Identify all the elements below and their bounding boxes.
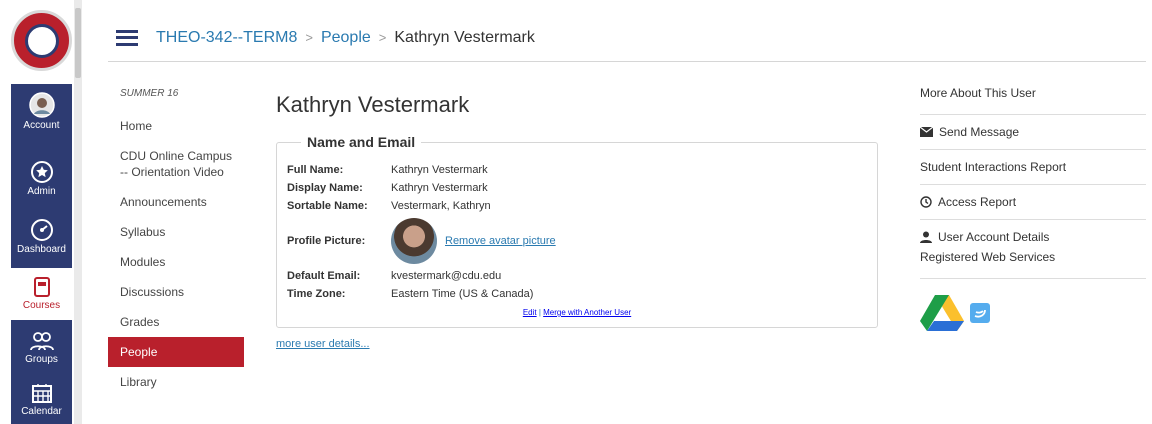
- global-nav-label: Account: [23, 120, 60, 131]
- breadcrumb-separator-icon: >: [305, 30, 313, 45]
- speedometer-icon: [30, 219, 53, 241]
- nav-scrollbar[interactable]: [74, 0, 82, 424]
- page-title: Kathryn Vestermark: [276, 92, 470, 117]
- course-nav-home[interactable]: Home: [108, 111, 248, 141]
- breadcrumb: THEO-342--TERM8 > People > Kathryn Veste…: [156, 29, 535, 47]
- user-account-details-link[interactable]: User Account Details: [920, 220, 1146, 248]
- profile-picture-label: Profile Picture:: [287, 235, 366, 247]
- institution-logo[interactable]: [11, 10, 72, 71]
- more-user-details-link[interactable]: more user details...: [276, 338, 878, 350]
- course-nav-discussions[interactable]: Discussions: [108, 277, 248, 307]
- calendar-icon: [31, 384, 52, 403]
- page-header: THEO-342--TERM8 > People > Kathryn Veste…: [108, 14, 1146, 62]
- user-account-details-label: User Account Details: [938, 230, 1050, 244]
- section-title: Name and Email: [307, 134, 416, 150]
- clock-icon: [920, 196, 932, 208]
- global-nav-account[interactable]: Account: [11, 92, 72, 131]
- global-nav-admin[interactable]: Admin: [11, 160, 72, 197]
- student-interactions-report-link[interactable]: Student Interactions Report: [920, 150, 1146, 185]
- hamburger-menu-icon[interactable]: [116, 29, 138, 46]
- right-sidebar: More About This User Send Message Studen…: [920, 86, 1146, 331]
- global-nav-groups[interactable]: Groups: [11, 330, 72, 365]
- shield-star-icon: [30, 161, 53, 183]
- access-report-link[interactable]: Access Report: [920, 185, 1146, 220]
- global-nav-label: Dashboard: [17, 244, 66, 255]
- people-icon: [29, 332, 54, 351]
- display-name-value: Kathryn Vestermark: [391, 182, 488, 194]
- course-nav: SUMMER 16 Home CDU Online Campus -- Orie…: [108, 88, 248, 397]
- scrollbar-thumb[interactable]: [75, 8, 81, 78]
- course-nav-orientation-video[interactable]: CDU Online Campus -- Orientation Video: [108, 141, 248, 187]
- global-nav-calendar[interactable]: Calendar: [11, 382, 72, 417]
- book-icon: [33, 277, 50, 297]
- profile-picture-row: Profile Picture: Remove avatar picture: [287, 218, 867, 264]
- sortable-name-value: Vestermark, Kathryn: [391, 200, 491, 212]
- breadcrumb-current: Kathryn Vestermark: [394, 28, 535, 46]
- global-nav-label: Calendar: [21, 406, 62, 417]
- display-name-row: Display Name: Kathryn Vestermark: [287, 182, 867, 194]
- global-nav-label: Admin: [27, 186, 56, 197]
- envelope-icon: [920, 127, 933, 137]
- sortable-name-row: Sortable Name: Vestermark, Kathryn: [287, 200, 867, 212]
- avatar: [391, 218, 437, 264]
- web-services: [920, 295, 1146, 331]
- breadcrumb-course[interactable]: THEO-342--TERM8: [156, 29, 297, 47]
- default-email-label: Default Email:: [287, 270, 361, 282]
- course-nav-library[interactable]: Library: [108, 367, 248, 397]
- course-nav-grades[interactable]: Grades: [108, 307, 248, 337]
- sidebar-title: More About This User: [920, 86, 1146, 115]
- global-nav-label: Groups: [25, 354, 58, 365]
- edit-links: Edit | Merge with Another User: [287, 308, 867, 317]
- breadcrumb-separator-icon: >: [378, 30, 387, 45]
- breadcrumb-people[interactable]: People: [321, 29, 371, 47]
- course-nav-announcements[interactable]: Announcements: [108, 187, 248, 217]
- google-drive-icon[interactable]: [920, 295, 964, 331]
- student-interactions-label: Student Interactions Report: [920, 160, 1067, 174]
- remove-avatar-link[interactable]: Remove avatar picture: [445, 235, 556, 247]
- registered-web-services-title: Registered Web Services: [920, 248, 1146, 279]
- term-label: SUMMER 16: [120, 88, 179, 99]
- sortable-name-label: Sortable Name:: [287, 200, 368, 212]
- display-name-label: Display Name:: [287, 182, 363, 194]
- time-zone-value: Eastern Time (US & Canada): [391, 288, 534, 300]
- send-message-link[interactable]: Send Message: [920, 115, 1146, 150]
- full-name-label: Full Name:: [287, 164, 344, 176]
- merge-user-link[interactable]: Merge with Another User: [543, 308, 631, 317]
- twitter-icon[interactable]: [970, 303, 990, 323]
- time-zone-label: Time Zone:: [287, 288, 346, 300]
- course-nav-syllabus[interactable]: Syllabus: [108, 217, 248, 247]
- send-message-label: Send Message: [939, 125, 1020, 139]
- main-content: Kathryn Vestermark Name and Email Full N…: [276, 92, 878, 350]
- access-report-label: Access Report: [938, 195, 1017, 209]
- default-email-row: Default Email: kvestermark@cdu.edu: [287, 270, 867, 282]
- time-zone-row: Time Zone: Eastern Time (US & Canada): [287, 288, 867, 300]
- full-name-value: Kathryn Vestermark: [391, 164, 488, 176]
- edit-link[interactable]: Edit: [523, 308, 537, 317]
- default-email-value: kvestermark@cdu.edu: [391, 270, 502, 282]
- course-nav-people[interactable]: People: [108, 337, 244, 367]
- account-avatar-icon: [28, 92, 55, 118]
- global-nav-label: Courses: [22, 300, 61, 311]
- global-nav-dashboard[interactable]: Dashboard: [11, 218, 72, 255]
- user-icon: [920, 231, 932, 243]
- name-and-email-section: Name and Email Full Name: Kathryn Vester…: [276, 134, 878, 328]
- global-nav-courses[interactable]: Courses: [11, 268, 72, 320]
- course-nav-modules[interactable]: Modules: [108, 247, 248, 277]
- full-name-row: Full Name: Kathryn Vestermark: [287, 164, 867, 176]
- global-nav: Account Admin Dashboard Courses Groups C…: [0, 0, 84, 424]
